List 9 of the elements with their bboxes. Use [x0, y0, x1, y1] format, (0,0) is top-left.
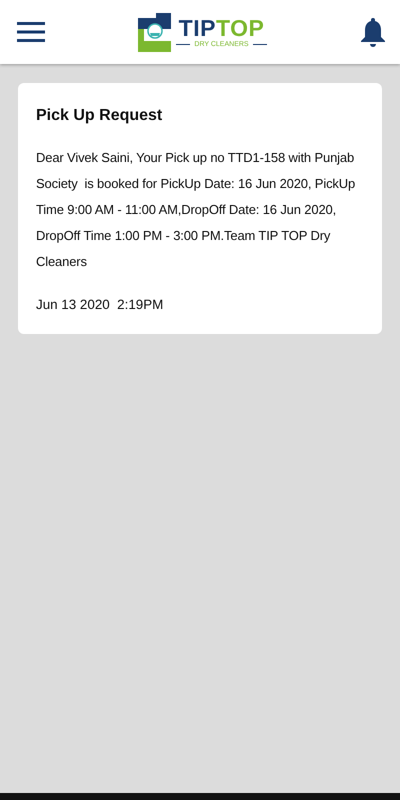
menu-button[interactable] [17, 22, 45, 42]
logo-icon [138, 12, 172, 52]
notifications-button[interactable] [360, 17, 386, 47]
menu-icon [17, 22, 45, 42]
notification-message: Dear Vivek Saini, Your Pick up no TTD1-158 with Punjab Society is booked for PickUp Date: 16 Jun 2020, PickUp Time 9:00 AM - 11:00 AM,DropOff Date: 16 Jun 2020, DropOff Time 1:00 PM - 3:00 PM.Team TIP TOP Dry Cleaners [36, 149, 356, 271]
notification-title: Pick Up Request [36, 107, 164, 125]
notification-time: Jun 13 2020 2:19PM [36, 297, 164, 312]
bell-icon [360, 17, 386, 47]
logo-text: TIPTOP [178, 16, 264, 40]
